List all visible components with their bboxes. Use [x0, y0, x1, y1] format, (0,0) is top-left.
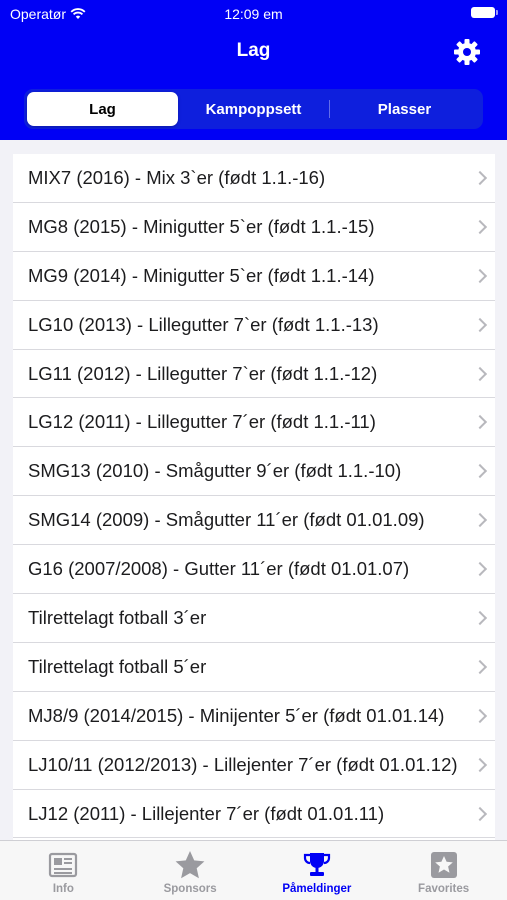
segment-kampoppsett[interactable]: Kampoppsett: [178, 92, 329, 126]
app-screen: Operatør 12:09 em Lag Lag Kampoppsett Pl…: [0, 0, 507, 900]
list-item[interactable]: MG9 (2014) - Minigutter 5`er (født 1.1.-…: [13, 252, 495, 301]
chevron-right-icon: [472, 806, 488, 821]
list-item[interactable]: LG11 (2012) - Lillegutter 7`er (født 1.1…: [13, 350, 495, 399]
segmented-control: Lag Kampoppsett Plasser: [24, 89, 483, 129]
list-item-label: Tilrettelagt fotball 3´er: [28, 606, 207, 628]
settings-button[interactable]: [453, 38, 481, 66]
tab-sponsors[interactable]: Sponsors: [127, 841, 254, 900]
chevron-right-icon: [472, 219, 488, 234]
list-item[interactable]: LJ12 (2011) - Lillejenter 7´er (født 01.…: [13, 790, 495, 839]
list-item-label: LG11 (2012) - Lillegutter 7`er (født 1.1…: [28, 362, 378, 384]
status-time: 12:09 em: [224, 6, 283, 22]
status-bar: Operatør 12:09 em: [0, 0, 507, 28]
list-item-label: SMG13 (2010) - Smågutter 9´er (født 1.1.…: [28, 460, 402, 482]
list-item[interactable]: G16 (2007/2008) - Gutter 11´er (født 01.…: [13, 545, 495, 595]
list-item-label: MG8 (2015) - Minigutter 5`er (født 1.1.-…: [28, 215, 375, 237]
trophy-icon: [303, 853, 330, 876]
tab-info[interactable]: Info: [0, 841, 127, 900]
team-list: MIX7 (2016) - Mix 3`er (født 1.1.-16) MG…: [13, 154, 495, 840]
gear-icon: [454, 39, 480, 65]
chevron-right-icon: [472, 610, 488, 626]
segment-plasser[interactable]: Plasser: [329, 92, 480, 126]
newspaper-icon: [49, 852, 78, 878]
chevron-right-icon: [472, 464, 488, 479]
chevron-right-icon: [472, 415, 488, 430]
battery-icon: [471, 7, 498, 18]
segment-lag[interactable]: Lag: [27, 92, 178, 126]
chevron-right-icon: [472, 170, 488, 186]
list-item[interactable]: MJ8/9 (2014/2015) - Minijenter 5´er (fød…: [13, 692, 495, 741]
list-item[interactable]: SMG14 (2009) - Smågutter 11´er (født 01.…: [13, 496, 495, 546]
list-item-label: MG9 (2014) - Minigutter 5`er (født 1.1.-…: [28, 264, 375, 286]
list-item[interactable]: LG10 (2013) - Lillegutter 7`er (født 1.1…: [13, 301, 495, 350]
list-item-label: LG12 (2011) - Lillegutter 7´er (født 1.1…: [28, 411, 376, 433]
tab-label: Påmeldinger: [282, 883, 352, 895]
chevron-right-icon: [472, 757, 488, 772]
star-square-icon: [430, 852, 457, 878]
chevron-right-icon: [472, 561, 488, 577]
list-item-label: G16 (2007/2008) - Gutter 11´er (født 01.…: [28, 558, 410, 580]
list-item[interactable]: Tilrettelagt fotball 3´er: [13, 594, 495, 643]
list-item[interactable]: LG12 (2011) - Lillegutter 7´er (født 1.1…: [13, 398, 495, 448]
list-item-label: LJ10/11 (2012/2013) - Lillejenter 7´er (…: [28, 753, 458, 775]
tab-label: Info: [52, 883, 74, 895]
header: Operatør 12:09 em Lag Lag Kampoppsett Pl…: [0, 0, 507, 140]
star-icon: [175, 851, 205, 879]
chevron-right-icon: [472, 317, 488, 332]
list-item-label: SMG14 (2009) - Smågutter 11´er (født 01.…: [28, 509, 425, 531]
list-item-label: MIX7 (2016) - Mix 3`er (født 1.1.-16): [28, 166, 326, 188]
tab-pameldinger[interactable]: Påmeldinger: [254, 841, 381, 900]
tab-label: Sponsors: [163, 883, 217, 895]
list-item[interactable]: Tilrettelagt fotball 5´er: [13, 643, 495, 692]
list-item[interactable]: SMG13 (2010) - Smågutter 9´er (født 1.1.…: [13, 447, 495, 497]
list-item-label: MJ8/9 (2014/2015) - Minijenter 5´er (fød…: [28, 704, 445, 726]
page-title: Lag: [236, 40, 271, 61]
chevron-right-icon: [472, 513, 488, 528]
tab-label: Favorites: [418, 883, 470, 895]
list-item[interactable]: LJ10/11 (2012/2013) - Lillejenter 7´er (…: [13, 741, 495, 790]
tab-bar: Info Sponsors Påmeldinger Favorites: [0, 840, 507, 900]
list-item-label: Tilrettelagt fotball 5´er: [28, 655, 207, 677]
tab-favorites[interactable]: Favorites: [380, 841, 507, 900]
list-item[interactable]: MG8 (2015) - Minigutter 5`er (født 1.1.-…: [13, 203, 495, 252]
list-item-label: LJ12 (2011) - Lillejenter 7´er (født 01.…: [28, 802, 385, 824]
chevron-right-icon: [472, 268, 488, 283]
chevron-right-icon: [472, 708, 488, 723]
list-item[interactable]: MIX7 (2016) - Mix 3`er (født 1.1.-16): [13, 154, 495, 203]
list-item-label: LG10 (2013) - Lillegutter 7`er (født 1.1…: [28, 313, 379, 335]
chevron-right-icon: [472, 659, 488, 674]
chevron-right-icon: [472, 366, 488, 381]
